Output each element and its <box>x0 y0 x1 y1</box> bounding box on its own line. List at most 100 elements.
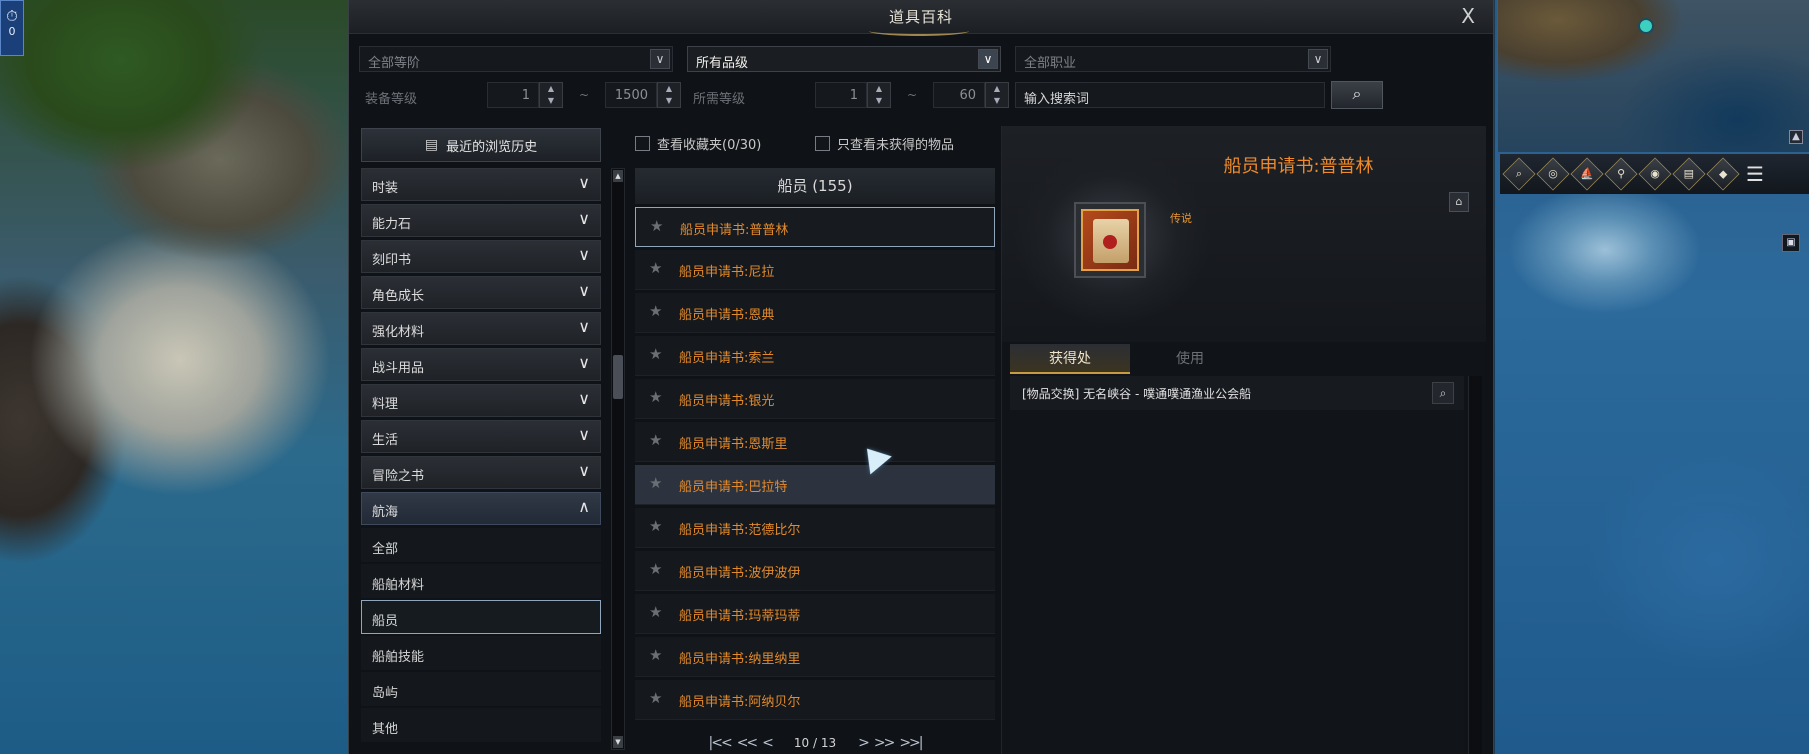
subcategory-item[interactable]: 其他 <box>361 708 601 742</box>
list-item[interactable]: ★ 船员申请书:索兰 <box>635 336 995 376</box>
item-level-min-stepper[interactable]: ▲ ▼ <box>539 82 563 108</box>
last-page-button[interactable]: >>| <box>899 735 923 751</box>
prev-ten-pages-button[interactable]: << <box>737 735 759 751</box>
category-item[interactable]: 时装 ∨ <box>361 168 601 201</box>
item-grade-label: 传说 <box>1170 212 1192 225</box>
category-item[interactable]: 战斗用品 ∨ <box>361 348 601 381</box>
chevron-down-icon: ∨ <box>578 173 590 192</box>
favorite-star-icon[interactable]: ★ <box>649 345 662 363</box>
unobtained-checkbox-row[interactable]: 只查看未获得的物品 <box>815 134 954 153</box>
category-item-voyage[interactable]: 航海 ∧ <box>361 492 601 525</box>
favorite-star-icon[interactable]: ★ <box>649 603 662 621</box>
tab-acquisition[interactable]: 获得处 <box>1010 344 1130 374</box>
close-button[interactable]: X <box>1461 4 1475 28</box>
minimap[interactable]: ▲ <box>1497 0 1809 152</box>
favorite-star-icon[interactable]: ★ <box>649 689 662 707</box>
home-icon[interactable]: ⌂ <box>1449 192 1469 212</box>
menu-icon[interactable]: ☰ <box>1746 162 1764 186</box>
scroll-down-icon[interactable]: ▼ <box>613 736 623 748</box>
category-scrollbar[interactable]: ▲ ▼ <box>611 168 625 750</box>
subcategory-item[interactable]: 全部 <box>361 528 601 562</box>
list-item[interactable]: ★ 船员申请书:纳里纳里 <box>635 637 995 677</box>
subcategory-item-selected[interactable]: 船员 <box>361 600 601 634</box>
favorite-star-icon[interactable]: ★ <box>649 517 662 535</box>
camera-icon[interactable]: ◉ <box>1638 157 1672 191</box>
category-item[interactable]: 强化材料 ∨ <box>361 312 601 345</box>
item-level-max-input[interactable]: 1500 <box>605 82 657 108</box>
timer-badge[interactable]: ⏱ 0 <box>0 0 24 56</box>
favorite-star-icon[interactable]: ★ <box>649 388 662 406</box>
tier-dropdown[interactable]: 全部等阶 ∨ <box>359 46 673 72</box>
ship-icon[interactable]: ⛵ <box>1570 157 1604 191</box>
favorites-checkbox-row[interactable]: 查看收藏夹(0/30) <box>635 134 761 153</box>
scroll-up-icon[interactable]: ▲ <box>613 170 623 182</box>
list-item[interactable]: ★ 船员申请书:普普林 <box>635 207 995 247</box>
unobtained-checkbox[interactable] <box>815 136 830 151</box>
search-icon[interactable]: ⌕ <box>1432 382 1454 404</box>
item-name: 船员申请书:巴拉特 <box>679 480 788 495</box>
list-item[interactable]: ★ 船员申请书:玛蒂玛蒂 <box>635 594 995 634</box>
list-item[interactable]: ★ 船员申请书:尼拉 <box>635 250 995 290</box>
required-level-min-input[interactable]: 1 <box>815 82 867 108</box>
pagination: |<< << < 10 / 13 > >> >>| <box>635 733 995 753</box>
category-item[interactable]: 冒险之书 ∨ <box>361 456 601 489</box>
list-item[interactable]: ★ 船员申请书:阿纳贝尔 <box>635 680 995 720</box>
party-search-icon[interactable]: ⚲ <box>1604 157 1638 191</box>
compass-icon[interactable]: ◎ <box>1536 157 1570 191</box>
detail-tabs: 获得处 使用 <box>1010 344 1474 374</box>
recent-history-button[interactable]: ▤ 最近的浏览历史 <box>361 128 601 162</box>
subcategory-item[interactable]: 岛屿 <box>361 672 601 706</box>
detail-scrollbar[interactable] <box>1468 376 1482 754</box>
tab-usage[interactable]: 使用 <box>1130 344 1250 374</box>
favorite-star-icon[interactable]: ★ <box>649 474 662 492</box>
grade-dropdown[interactable]: 所有品级 ∨ <box>687 46 1001 72</box>
favorite-star-icon[interactable]: ★ <box>649 646 662 664</box>
favorite-star-icon[interactable]: ★ <box>649 302 662 320</box>
map-search-icon[interactable]: ⌕ <box>1502 157 1536 191</box>
chevron-down-icon[interactable]: ∨ <box>650 49 670 69</box>
favorite-star-icon[interactable]: ★ <box>649 259 662 277</box>
favorite-star-icon[interactable]: ★ <box>649 431 662 449</box>
item-name: 船员申请书:索兰 <box>679 351 775 366</box>
minimap-collapse-button[interactable]: ▲ <box>1789 130 1803 144</box>
drum-icon[interactable]: ▤ <box>1672 157 1706 191</box>
category-item[interactable]: 角色成长 ∨ <box>361 276 601 309</box>
search-input[interactable]: 输入搜索词 <box>1015 82 1325 108</box>
required-level-max-input[interactable]: 60 <box>933 82 985 108</box>
category-item[interactable]: 料理 ∨ <box>361 384 601 417</box>
list-item[interactable]: ★ 船员申请书:巴拉特 <box>635 465 995 505</box>
required-level-max-stepper[interactable]: ▲ ▼ <box>985 82 1009 108</box>
favorites-checkbox[interactable] <box>635 136 650 151</box>
list-item[interactable]: ★ 船员申请书:恩典 <box>635 293 995 333</box>
item-level-max-stepper[interactable]: ▲ ▼ <box>657 82 681 108</box>
category-item[interactable]: 生活 ∨ <box>361 420 601 453</box>
list-item[interactable]: ★ 船员申请书:波伊波伊 <box>635 551 995 591</box>
list-item[interactable]: ★ 船员申请书:范德比尔 <box>635 508 995 548</box>
category-label: 刻印书 <box>372 253 412 268</box>
category-item[interactable]: 能力石 ∨ <box>361 204 601 237</box>
category-item[interactable]: 刻印书 ∨ <box>361 240 601 273</box>
item-level-min-input[interactable]: 1 <box>487 82 539 108</box>
next-page-button[interactable]: > <box>858 735 870 751</box>
subcategory-item[interactable]: 船舶技能 <box>361 636 601 670</box>
scrollbar-thumb[interactable] <box>613 355 623 399</box>
category-label: 时装 <box>372 181 399 196</box>
subcategory-item[interactable]: 船舶材料 <box>361 564 601 598</box>
diamond-icon[interactable]: ◆ <box>1706 157 1740 191</box>
list-item[interactable]: [物品交换] 无名峡谷 - 噗通噗通渔业公会船 ⌕ <box>1010 376 1464 410</box>
prev-page-button[interactable]: < <box>762 735 774 751</box>
first-page-button[interactable]: |<< <box>709 735 733 751</box>
chevron-down-icon[interactable]: ∨ <box>1308 49 1328 69</box>
side-panel-toggle-icon[interactable]: ▣ <box>1782 234 1800 252</box>
required-level-min-stepper[interactable]: ▲ ▼ <box>867 82 891 108</box>
class-dropdown[interactable]: 全部职业 ∨ <box>1015 46 1331 72</box>
chevron-down-icon[interactable]: ∨ <box>978 49 998 69</box>
favorite-star-icon[interactable]: ★ <box>650 217 663 235</box>
wax-seal <box>1103 235 1117 249</box>
next-ten-pages-button[interactable]: >> <box>874 735 896 751</box>
list-item[interactable]: ★ 船员申请书:恩斯里 <box>635 422 995 462</box>
category-label: 生活 <box>372 433 399 448</box>
favorite-star-icon[interactable]: ★ <box>649 560 662 578</box>
list-item[interactable]: ★ 船员申请书:银光 <box>635 379 995 419</box>
search-button[interactable]: ⌕ <box>1331 81 1383 109</box>
